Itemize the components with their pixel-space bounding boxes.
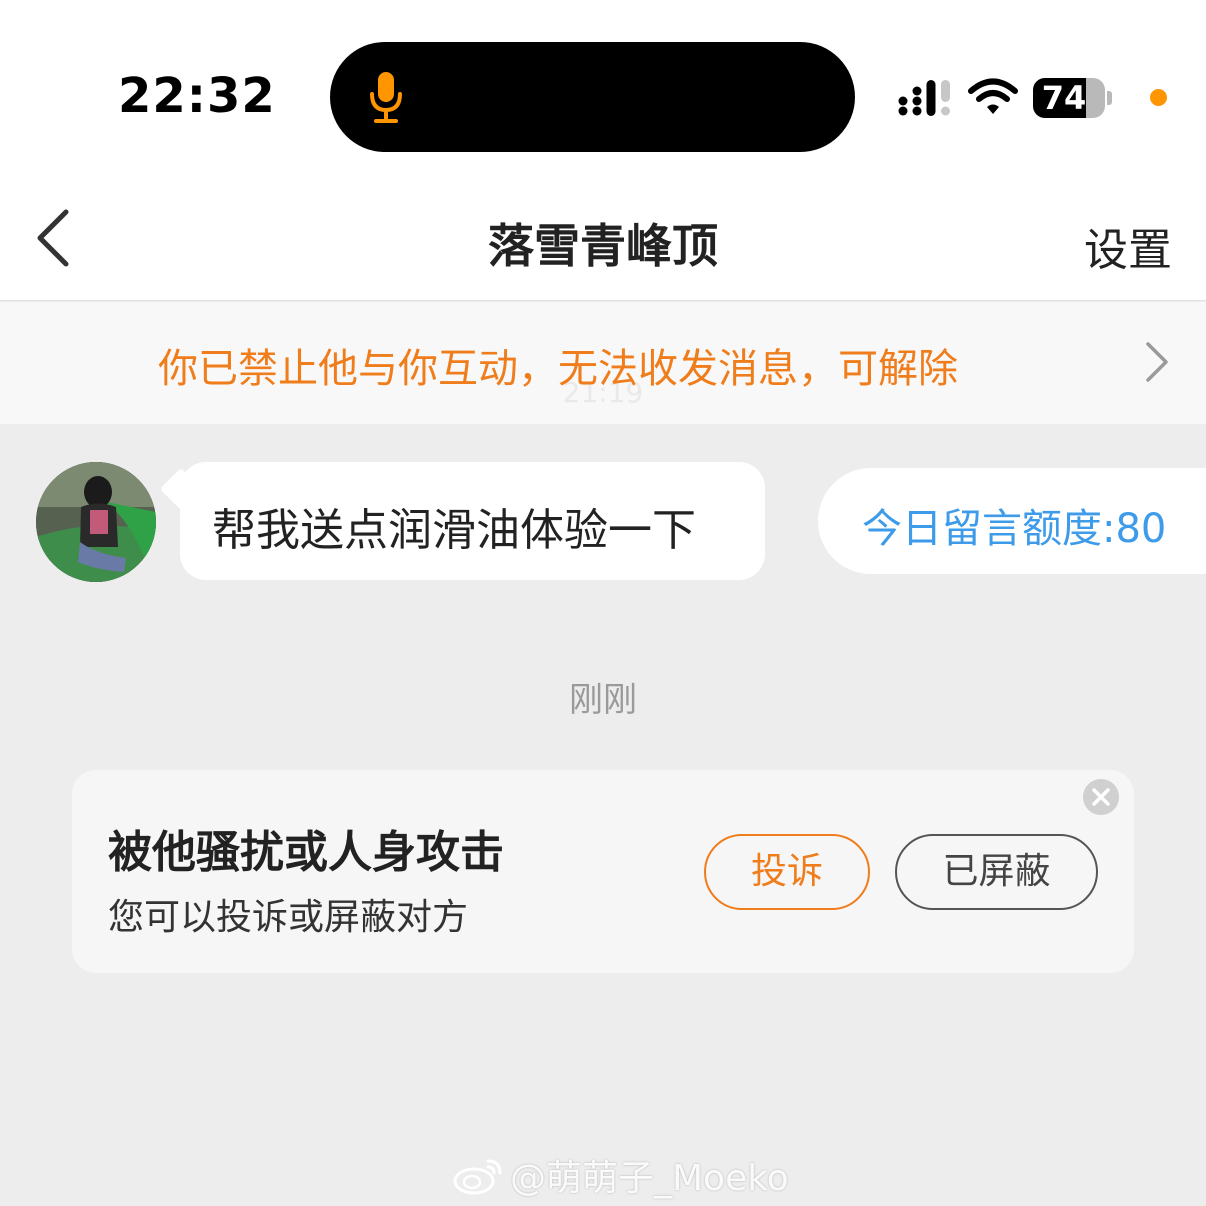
message-timestamp: 刚刚 — [569, 680, 637, 720]
mic-icon — [370, 72, 402, 123]
weibo-logo-icon — [453, 1159, 502, 1195]
block-notice-banner[interactable]: 21:19 你已禁止他与你互动，无法收发消息，可解除 — [0, 302, 1206, 424]
chevron-right-icon — [1146, 342, 1168, 382]
battery-percent: 74 — [1041, 79, 1087, 117]
nav-bar: 落雪青峰顶 设置 — [0, 180, 1206, 301]
report-card-subtitle: 您可以投诉或屏蔽对方 — [108, 897, 469, 938]
dynamic-island — [330, 42, 855, 152]
banner-text: 你已禁止他与你互动，无法收发消息，可解除 — [158, 346, 958, 392]
avatar[interactable] — [36, 462, 156, 582]
message-text: 帮我送点润滑油体验一下 — [212, 505, 696, 556]
avatar-photo — [36, 462, 156, 582]
wifi-icon — [968, 78, 1018, 114]
battery-tip — [1107, 91, 1112, 105]
page-title: 落雪青峰顶 — [488, 219, 718, 273]
message-quota-text: 今日留言额度:80 — [862, 506, 1167, 552]
watermark-text: @萌萌子_Moeko — [510, 1158, 789, 1199]
report-button[interactable]: 投诉 — [704, 834, 870, 910]
status-bar: 22:32 74 — [0, 0, 1206, 180]
signal-icon — [898, 80, 950, 116]
blocked-button[interactable]: 已屏蔽 — [895, 834, 1098, 910]
report-card-title: 被他骚扰或人身攻击 — [108, 827, 504, 878]
close-icon[interactable] — [1083, 779, 1119, 815]
status-time: 22:32 — [118, 68, 276, 124]
battery-icon: 74 — [1033, 78, 1105, 118]
settings-button[interactable]: 设置 — [1084, 214, 1172, 278]
watermark: @萌萌子_Moeko — [452, 1152, 789, 1199]
privacy-indicator-dot — [1150, 89, 1167, 106]
